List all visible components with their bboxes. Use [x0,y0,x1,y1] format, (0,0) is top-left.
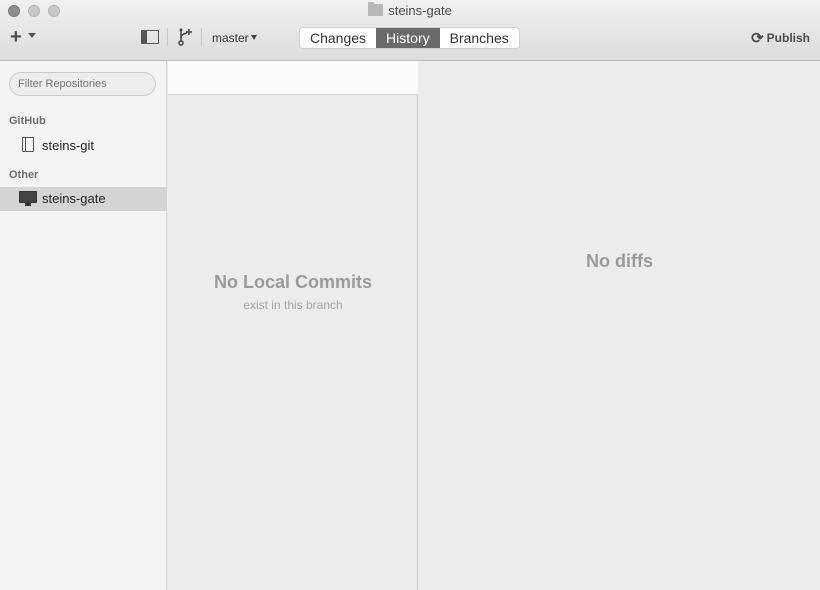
window-title: steins-gate [0,2,820,18]
monitor-icon [19,191,37,206]
sidebar-section-github: GitHub [9,115,46,127]
book-icon [22,137,34,152]
tab-changes[interactable]: Changes [300,28,376,48]
tab-history[interactable]: History [376,28,440,48]
tab-branches[interactable]: Branches [440,28,519,48]
sidebar: GitHub steins-git Other steins-gate [0,61,167,590]
sidebar-item-label: steins-git [42,138,95,153]
filter-repositories-input[interactable] [9,72,156,96]
view-switcher: Changes History Branches [299,27,520,49]
history-header [168,61,418,95]
window-title-text: steins-gate [388,3,452,18]
folder-icon [368,2,384,16]
toolbar: steins-gate + master Changes History Bra… [0,0,820,61]
chevron-down-icon[interactable] [28,33,36,38]
sync-icon: ⟳ [751,30,764,47]
history-pane: No Local Commits exist in this branch [168,61,418,590]
diff-pane: No diffs [419,61,820,590]
empty-history-title: No Local Commits [213,272,373,292]
branch-icon[interactable] [176,27,194,47]
sidebar-toggle-icon[interactable] [141,30,159,44]
toolbar-divider [201,28,202,46]
empty-history-subtitle: exist in this branch [243,298,343,312]
publish-button[interactable]: ⟳ Publish [751,29,810,47]
empty-diff-message: No diffs [586,251,653,271]
chevron-down-icon[interactable] [251,35,257,40]
sidebar-section-other: Other [9,169,39,181]
sidebar-item-label: steins-gate [42,191,106,206]
publish-label: Publish [766,31,810,45]
add-icon[interactable]: + [10,27,22,47]
app-window: steins-gate + master Changes History Bra… [0,0,820,590]
toolbar-divider [167,28,168,46]
branch-selector[interactable]: master [212,31,249,45]
sidebar-item-steins-gate[interactable]: steins-gate [0,187,167,211]
sidebar-item-steins-git[interactable]: steins-git [0,134,167,158]
